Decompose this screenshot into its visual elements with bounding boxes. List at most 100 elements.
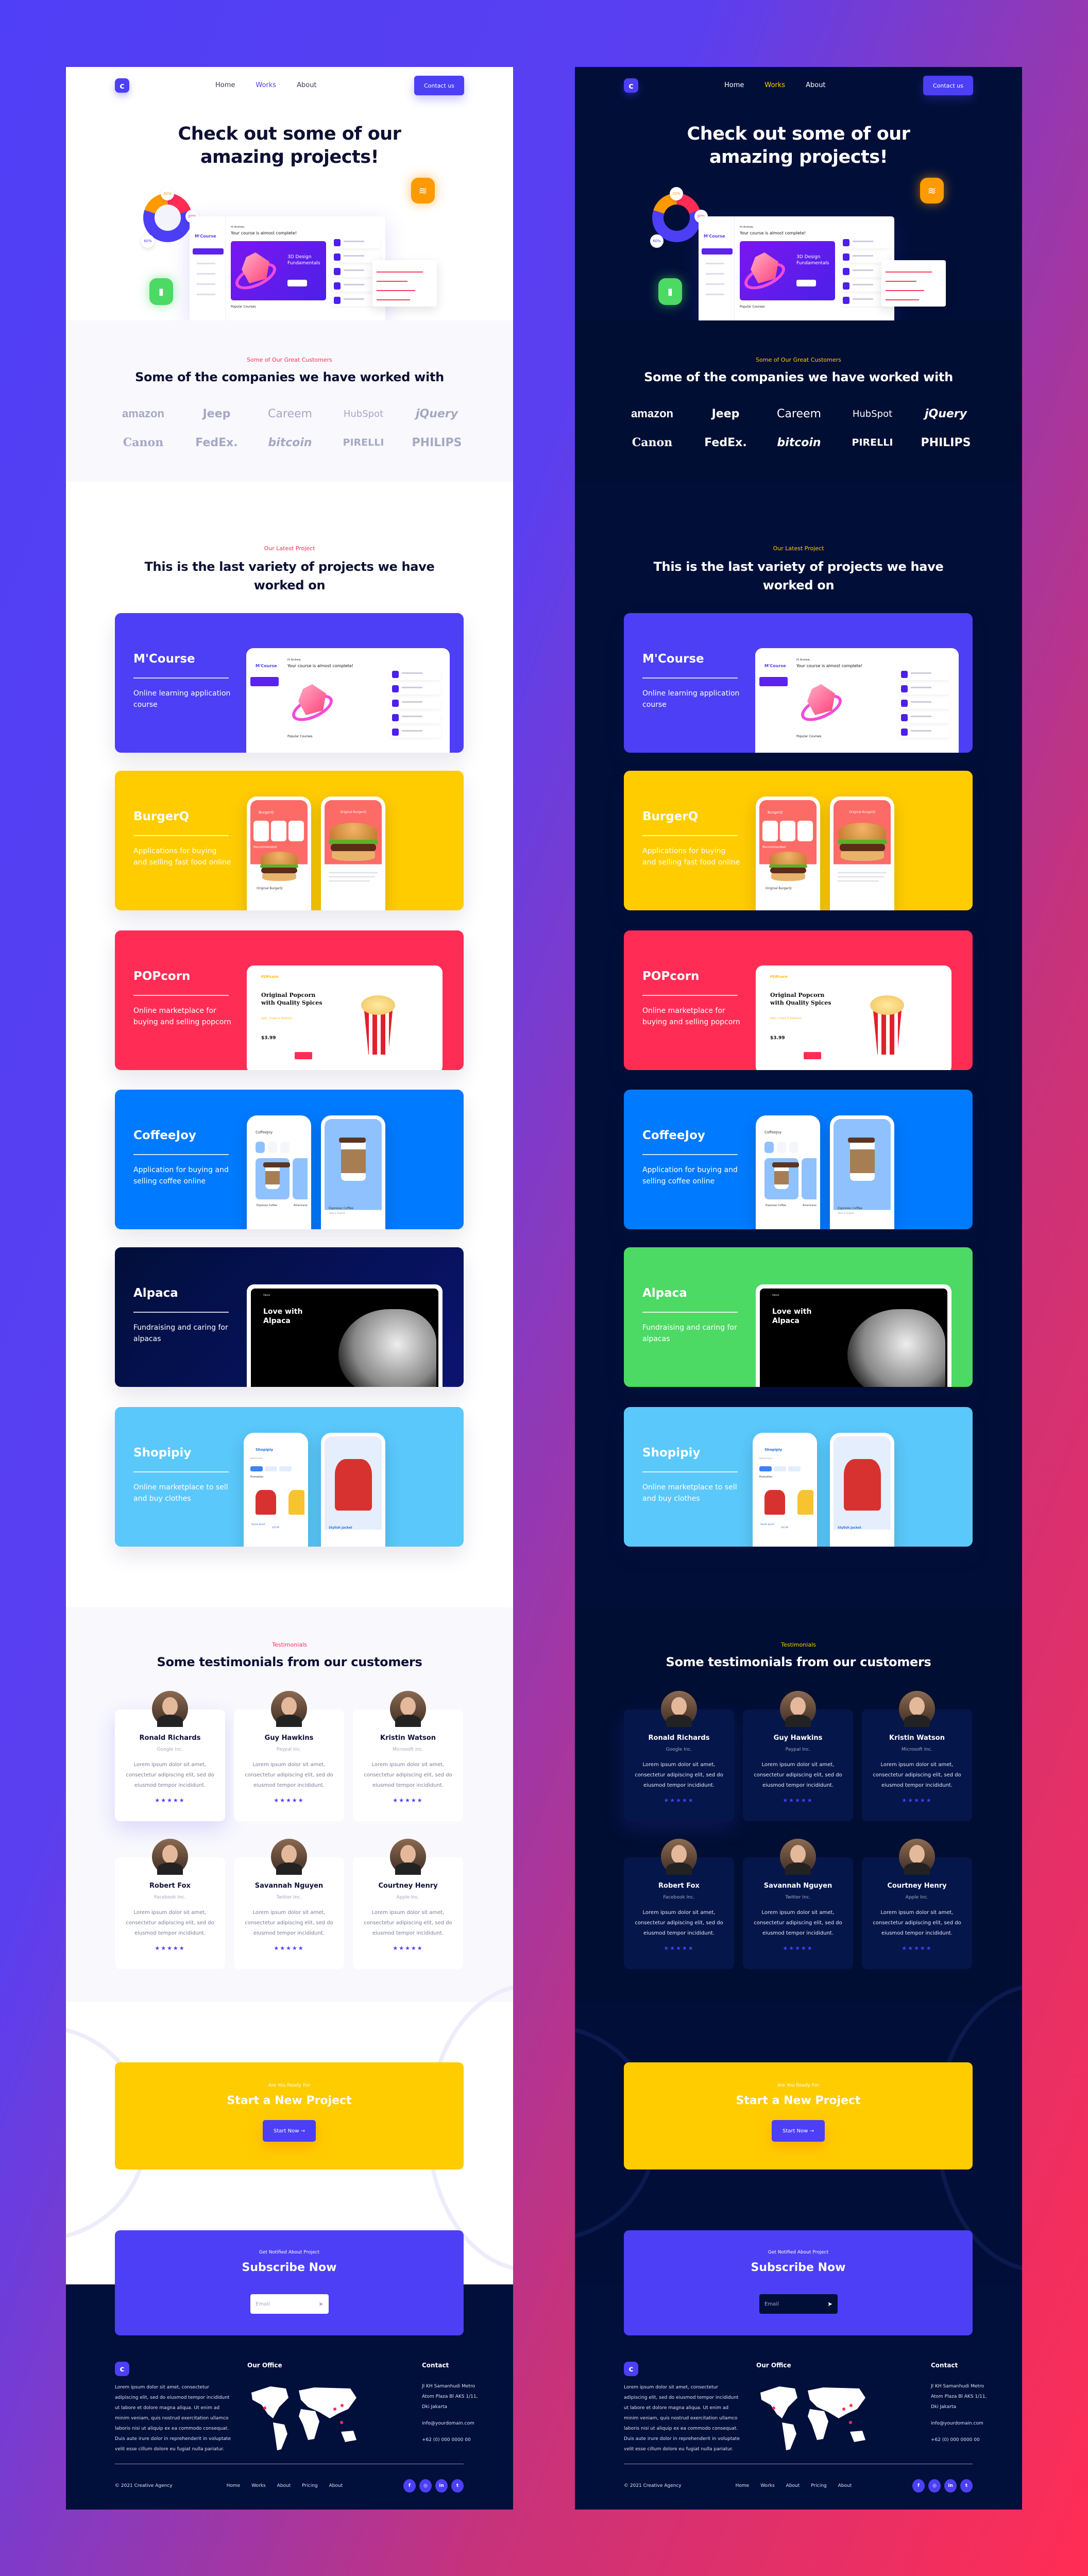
- footer-link-pricing[interactable]: Pricing: [302, 2483, 317, 2488]
- project-card-mcourse[interactable]: M'Course Online learning application cou…: [624, 613, 973, 753]
- nav-works[interactable]: Works: [256, 81, 276, 89]
- map-south-america: [782, 2422, 796, 2450]
- logo-row: amazon Jeep Careem HubSpot jQuery: [624, 407, 974, 420]
- email-input[interactable]: [256, 2301, 312, 2307]
- testimonial-card: Savannah Nguyen Twitter Inc. Lorem ipsum…: [234, 1839, 344, 1969]
- nav-home[interactable]: Home: [724, 81, 744, 89]
- subscribe-title: Subscribe Now: [751, 2261, 846, 2274]
- linkedin-icon[interactable]: in: [435, 2479, 448, 2493]
- project-card-shopipiy[interactable]: Shopipiy Online marketplace to sell and …: [624, 1407, 973, 1547]
- projects-title: This is the last variety of projects we …: [575, 557, 1022, 595]
- testimonials-title: Some testimonials from our customers: [157, 1655, 422, 1669]
- projects-title-line-2: worked on: [762, 578, 835, 592]
- mockup-sub: Salty, Crispy & Delicious: [261, 1017, 293, 1020]
- office-marker: [849, 2421, 852, 2424]
- project-card-popcorn[interactable]: POPcorn Online marketplace for buying an…: [624, 930, 973, 1070]
- avatar: [899, 1691, 935, 1727]
- divider: [133, 677, 229, 679]
- twitter-icon[interactable]: t: [960, 2479, 973, 2493]
- twitter-icon[interactable]: t: [451, 2479, 464, 2493]
- testimonials-title: Some testimonials from our customers: [666, 1655, 931, 1669]
- project-card-alpaca[interactable]: Alpaca Fundraising and caring for alpaca…: [624, 1247, 973, 1387]
- testimonial-company: Twitter Inc.: [276, 1895, 302, 1900]
- mockup-logo: POPcorn: [261, 975, 279, 979]
- project-name: Shopipiy: [133, 1446, 192, 1460]
- footer-link-about-2[interactable]: About: [838, 2483, 852, 2488]
- footer-link-home[interactable]: Home: [736, 2483, 750, 2488]
- project-card-shopipiy[interactable]: Shopipiy Online marketplace to sell and …: [115, 1407, 464, 1547]
- hero-illustration: 20% 20% 60% M'Course Hi Andrew, Your cou…: [650, 178, 951, 325]
- project-card-alpaca[interactable]: Alpaca Fundraising and caring for alpaca…: [115, 1247, 464, 1387]
- instagram-icon[interactable]: ◎: [419, 2479, 432, 2493]
- start-now-button[interactable]: Start Now →: [772, 2120, 825, 2142]
- nav-home[interactable]: Home: [215, 81, 235, 89]
- contact-us-button[interactable]: Contact us: [414, 76, 464, 95]
- project-card-coffeejoy[interactable]: CoffeeJoy Application for buying and sel…: [624, 1090, 973, 1229]
- footer-link-about-2[interactable]: About: [329, 2483, 343, 2488]
- email-link[interactable]: info@yourdomain.com: [931, 2418, 988, 2429]
- facebook-icon[interactable]: f: [912, 2479, 925, 2493]
- linkedin-icon[interactable]: in: [944, 2479, 957, 2493]
- map-north-america: [760, 2386, 797, 2418]
- mockup-popular: Popular Courses: [740, 305, 765, 309]
- projects-tagline: Our Latest Project: [773, 545, 824, 552]
- mockup-price: $35,99: [781, 1526, 788, 1529]
- send-icon[interactable]: ➤: [827, 2300, 832, 2308]
- instagram-icon[interactable]: ◎: [928, 2479, 941, 2493]
- mockup-banner-title: 3D Design Fundamentals: [338, 686, 371, 698]
- project-card-burgerq[interactable]: BurgerQ Applications for buying and sell…: [115, 771, 464, 910]
- project-card-burgerq[interactable]: BurgerQ Applications for buying and sell…: [624, 771, 973, 910]
- alpaca-mockup: Alpaca Love with Alpaca: [247, 1284, 443, 1387]
- testimonial-name: Savannah Nguyen: [763, 1882, 832, 1890]
- address: Jl KH Samanhudi Metro Atom Plaza Bl AKS …: [422, 2384, 478, 2410]
- logo[interactable]: c: [115, 78, 129, 93]
- project-card-mcourse[interactable]: M'Course Online learning application cou…: [115, 613, 464, 753]
- arrow-right-icon: →: [809, 2128, 814, 2134]
- mockup-logo: Alpaca: [263, 1294, 270, 1296]
- mockup-item: Americano: [294, 1204, 308, 1207]
- footer-link-home[interactable]: Home: [227, 2483, 241, 2488]
- divider: [133, 835, 229, 836]
- footer-about: Lorem ipsum dolor sit amet, consectetur …: [624, 2385, 740, 2452]
- avatar: [152, 1839, 188, 1875]
- dashboard-mockup: M'Course Hi Andrew, Your course is almos…: [190, 216, 385, 325]
- nav-works[interactable]: Works: [764, 81, 785, 89]
- phone-mockup: Stylish Jacket: [830, 1433, 894, 1547]
- start-now-button[interactable]: Start Now →: [263, 2120, 316, 2142]
- logo-philips: PHILIPS: [921, 436, 971, 449]
- contact-us-button[interactable]: Contact us: [923, 76, 973, 95]
- footer-link-about[interactable]: About: [786, 2483, 800, 2488]
- footer-link-pricing[interactable]: Pricing: [811, 2483, 826, 2488]
- send-icon[interactable]: ➤: [318, 2300, 324, 2308]
- logo-pirelli: PIRELLI: [343, 437, 384, 448]
- project-name: BurgerQ: [642, 810, 699, 823]
- mockup-title: BurgerQ: [768, 810, 783, 815]
- logo[interactable]: c: [624, 78, 638, 93]
- nav-about[interactable]: About: [297, 81, 316, 89]
- logo-jquery: jQuery: [924, 407, 967, 420]
- project-description: Fundraising and caring for alpacas: [133, 1324, 228, 1343]
- project-card-coffeejoy[interactable]: CoffeeJoy Application for buying and sel…: [115, 1090, 464, 1229]
- logo-bitcoin: bitcoin: [777, 436, 821, 449]
- testimonial-text: Lorem ipsum dolor sit amet, consectetur …: [754, 1762, 842, 1788]
- email-link[interactable]: info@yourdomain.com: [422, 2418, 479, 2429]
- phone-mockup: Original BurgerQ: [830, 796, 894, 910]
- star-rating: ★★★★★: [393, 1797, 423, 1804]
- footer-logo[interactable]: c: [624, 2362, 638, 2376]
- email-input[interactable]: [764, 2301, 821, 2307]
- testimonial-name: Guy Hawkins: [773, 1734, 823, 1742]
- testimonial-text: Lorem ipsum dolor sit amet, consectetur …: [364, 1762, 452, 1788]
- footer-link-works[interactable]: Works: [760, 2483, 774, 2488]
- testimonial-name: Kristin Watson: [889, 1734, 945, 1742]
- phone-mockup: CoffeeJoy Espresso Coffee Americano: [756, 1115, 820, 1229]
- nav-about[interactable]: About: [806, 81, 825, 89]
- footer-logo[interactable]: c: [115, 2362, 129, 2376]
- footer-link-about[interactable]: About: [277, 2483, 291, 2488]
- project-card-popcorn[interactable]: POPcorn Online marketplace for buying an…: [115, 930, 464, 1070]
- testimonial-card: Guy Hawkins Paypal Inc. Lorem ipsum dolo…: [234, 1691, 344, 1821]
- hero-title-line-2: amazing projects!: [709, 147, 888, 167]
- mockup-title: CoffeeJoy: [764, 1130, 782, 1134]
- footer-link-works[interactable]: Works: [251, 2483, 265, 2488]
- facebook-icon[interactable]: f: [403, 2479, 416, 2493]
- logo-pirelli: PIRELLI: [852, 437, 893, 448]
